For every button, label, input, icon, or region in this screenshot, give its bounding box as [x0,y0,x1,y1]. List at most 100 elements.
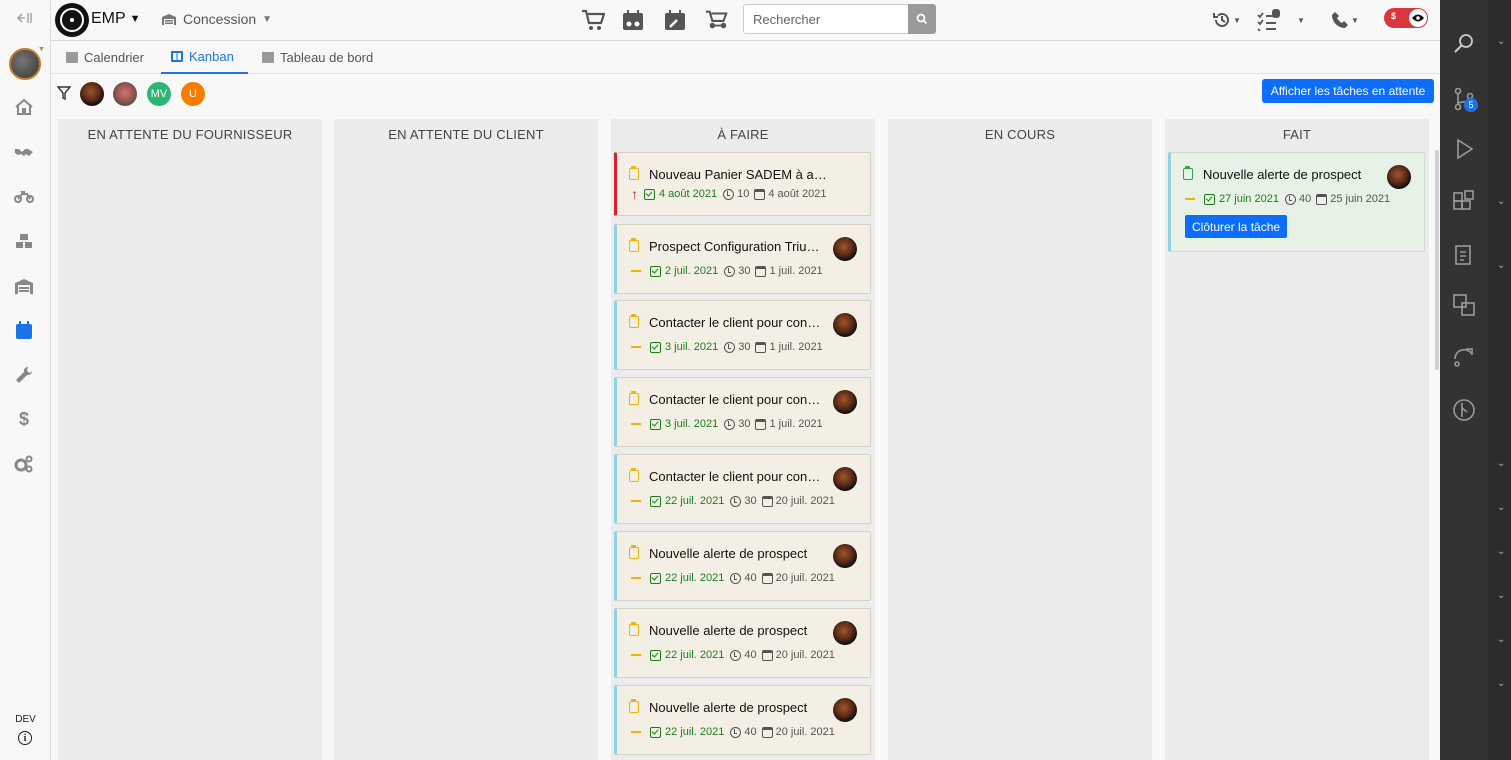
chevron-down-icon[interactable]: ⌄ [1497,590,1505,601]
task-title: Nouvelle alerte de prospect [649,700,808,715]
created-date: 1 juil. 2021 [755,265,823,277]
calendar-icon [761,495,773,507]
history-menu[interactable]: ▼ [1212,8,1241,32]
tab-kanban[interactable]: Kanban [161,41,248,74]
due-date-text: 22 juil. 2021 [665,495,725,507]
tasks-menu[interactable]: ▼ [1257,8,1305,32]
calendar-icon[interactable] [12,318,36,342]
motorcycle-cart-icon[interactable] [703,7,731,33]
warehouse-icon[interactable] [12,274,36,298]
left-sidebar: ▼ $ DEV i [0,0,51,760]
price-visibility-toggle[interactable]: $ [1384,8,1428,28]
phone-icon [1332,12,1348,28]
kanban-column: EN COURS [888,119,1152,760]
translate-icon[interactable] [1452,293,1476,317]
git-graph-icon[interactable] [1452,398,1476,422]
task-card[interactable]: Nouvelle alerte de prospect 22 juil. 202… [614,608,871,678]
due-date-text: 22 juil. 2021 [665,572,725,584]
filter-icon[interactable] [57,86,71,100]
priority-high-icon: ↑ [631,186,638,202]
task-icon [629,699,639,713]
calendar-check-icon [650,341,661,353]
phone-menu[interactable]: ▼ [1331,8,1359,32]
assignee-avatar[interactable] [833,390,857,414]
chevron-down-icon[interactable]: ⌄ [1497,502,1505,513]
site-selector[interactable]: Concession ▼ [161,11,272,27]
assignee-avatar[interactable] [833,237,857,261]
chevron-down-icon[interactable]: ⌄ [1497,260,1505,271]
calendar-icon [761,726,773,738]
caret-down-icon: ▼ [129,13,141,25]
calendar-check-icon [650,265,661,277]
assignee-avatar[interactable] [833,313,857,337]
close-task-button[interactable]: Clôturer la tâche [1185,215,1288,238]
duration-text: 30 [738,341,751,353]
assignee-avatar[interactable] [833,544,857,568]
clock-icon [730,726,742,738]
created-date-text: 20 juil. 2021 [775,726,835,738]
task-card[interactable]: Nouvelle alerte de prospect 22 juil. 202… [614,531,871,601]
wrench-calendar-icon[interactable] [661,7,689,33]
tab-dashboard[interactable]: Tableau de bord [252,41,383,74]
assignee-avatar[interactable] [833,698,857,722]
wrench-icon[interactable] [12,363,36,387]
motorcycle-icon[interactable] [12,184,36,208]
assignee-avatar[interactable] [833,621,857,645]
priority-normal-icon [631,731,641,733]
clipboard-icon[interactable] [1452,243,1476,267]
show-pending-tasks-button[interactable]: Afficher les tâches en attente [1262,79,1434,103]
chevron-down-icon[interactable]: ⌄ [1497,458,1505,469]
info-icon[interactable]: i [18,731,32,745]
chevron-down-icon[interactable]: ⌄ [1497,678,1505,689]
table-icon [262,52,274,63]
motorcycle-calendar-icon[interactable] [619,7,647,33]
task-card[interactable]: Prospect Configuration Triu… 2 juil. 202… [614,224,871,294]
calendar-check-icon [650,726,661,738]
task-icon [629,166,639,180]
search-icon [916,13,928,25]
assignee-avatar[interactable] [1387,165,1411,189]
search-input[interactable] [743,4,908,34]
handshake-icon[interactable] [12,140,36,164]
dollar-icon[interactable]: $ [12,407,36,431]
brand-menu[interactable]: EMP ▼ [91,10,141,28]
created-date-text: 1 juil. 2021 [769,418,823,430]
app-logo[interactable] [55,3,89,37]
task-card[interactable]: Contacter le client pour con… 22 juil. 2… [614,454,871,524]
collapse-sidebar-icon[interactable] [12,8,36,28]
avatar-caret-icon[interactable]: ▼ [38,46,45,53]
task-card[interactable]: Contacter le client pour con… 3 juil. 20… [614,377,871,447]
dollar-icon: $ [1391,11,1397,21]
task-card[interactable]: Contacter le client pour con… 3 juil. 20… [614,300,871,370]
filter-user-avatar[interactable] [80,82,104,106]
home-icon[interactable] [12,95,36,119]
task-card[interactable]: Nouveau Panier SADEM à accep… ↑ 4 août 2… [614,152,871,216]
search-icon[interactable] [1452,32,1476,56]
run-debug-icon[interactable] [1452,137,1476,161]
extensions-icon[interactable] [1452,190,1476,214]
priority-normal-icon [1185,198,1195,200]
search-button[interactable] [908,4,936,34]
cart-icon[interactable] [579,7,607,33]
filter-user-avatar[interactable]: U [181,82,205,106]
scrollbar[interactable] [1435,150,1439,370]
tab-calendar[interactable]: Calendrier [56,41,154,74]
chevron-down-icon[interactable]: ⌄ [1497,634,1505,645]
remote-icon[interactable] [1452,345,1476,369]
duration: 10 [723,188,749,200]
clock-icon [730,495,742,507]
user-avatar[interactable] [9,48,41,80]
settings-icon[interactable] [12,452,36,476]
duration: 30 [730,495,757,507]
boxes-icon[interactable] [12,229,36,253]
chevron-down-icon[interactable]: ⌄ [1497,196,1505,207]
task-card[interactable]: Nouvelle alerte de prospect 22 juil. 202… [614,685,871,755]
filter-user-avatar[interactable] [113,82,137,106]
assignee-avatar[interactable] [833,467,857,491]
chevron-down-icon[interactable]: ⌄ [1497,36,1505,47]
created-date-text: 20 juil. 2021 [775,572,835,584]
filter-user-avatar[interactable]: MV [147,82,171,106]
duration-text: 30 [744,495,757,507]
task-card[interactable]: Nouvelle alerte de prospect 27 juin 2021… [1168,152,1425,252]
chevron-down-icon[interactable]: ⌄ [1497,546,1505,557]
